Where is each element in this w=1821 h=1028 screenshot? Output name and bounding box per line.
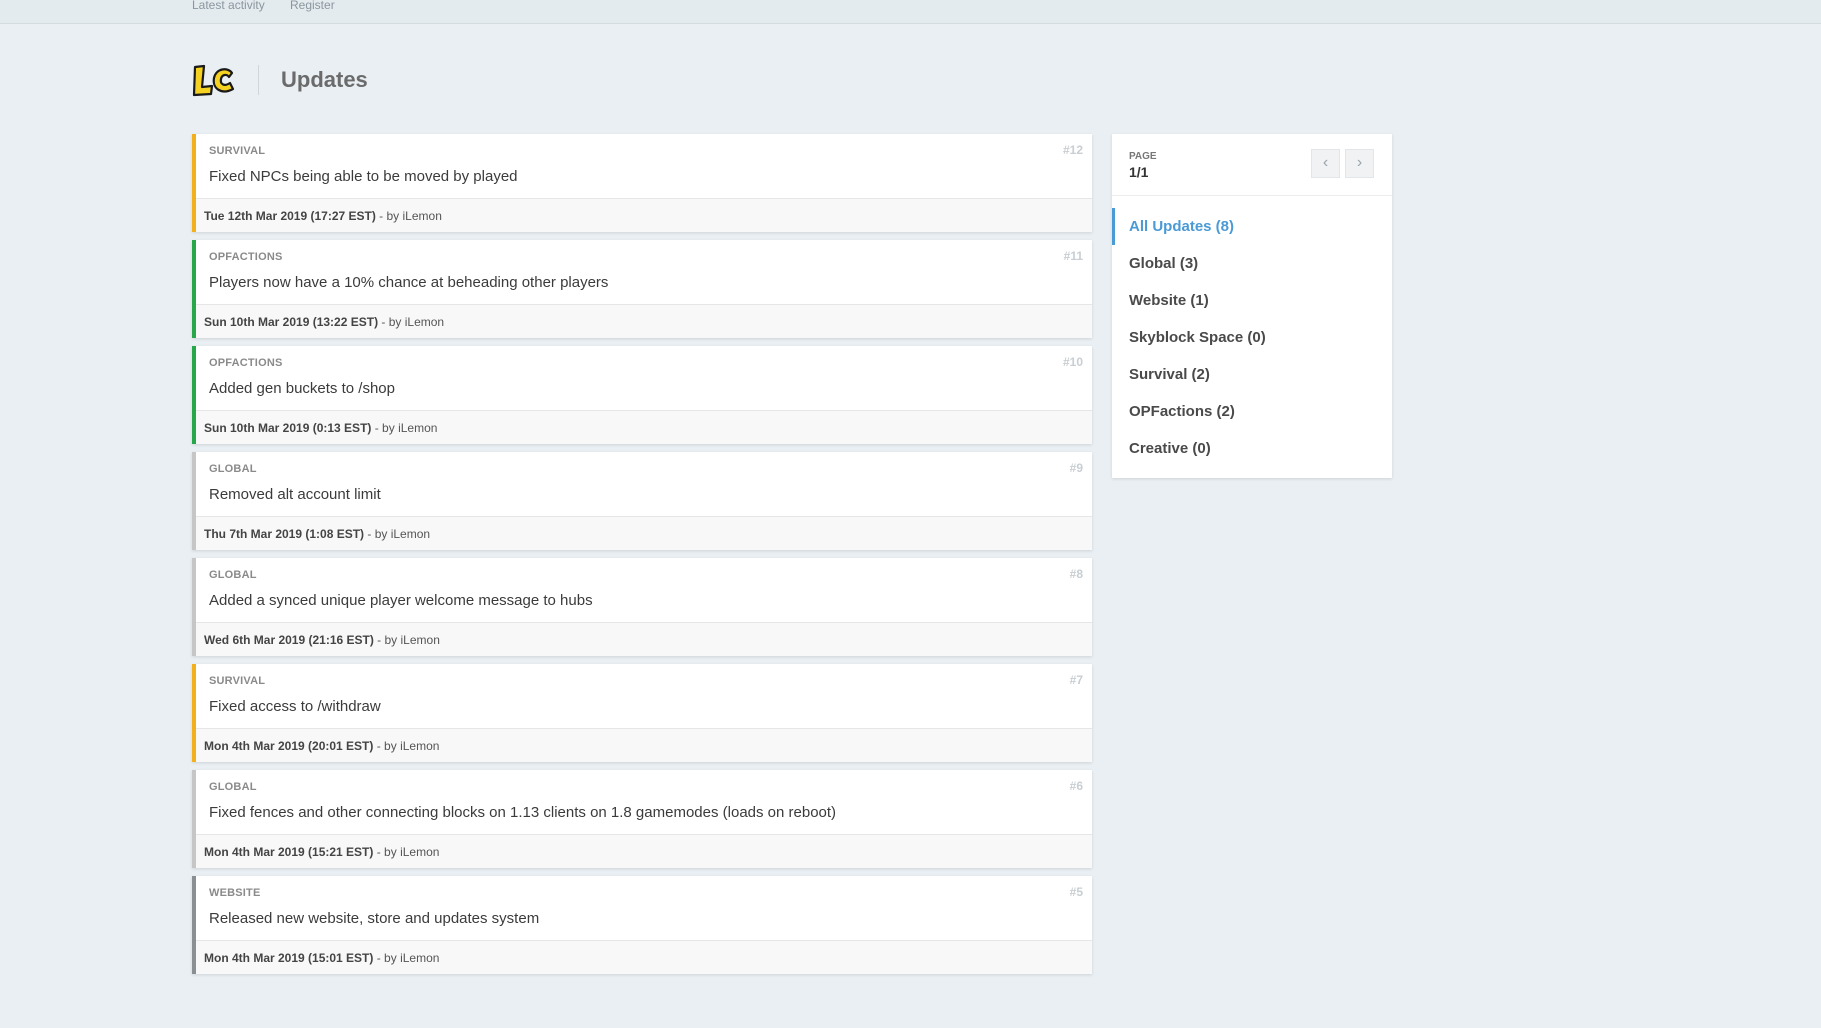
- page-value: 1/1: [1129, 164, 1149, 180]
- site-logo[interactable]: [192, 63, 236, 97]
- update-card[interactable]: SURVIVAL #7 Fixed access to /withdraw Mon 4…: [192, 664, 1092, 762]
- update-message: Removed alt account limit: [209, 486, 381, 503]
- update-message: Fixed access to /withdraw: [209, 698, 381, 715]
- update-card[interactable]: GLOBAL #9 Removed alt account limit Thu 7th…: [192, 452, 1092, 550]
- update-message: Added gen buckets to /shop: [209, 380, 395, 397]
- update-footer: Mon 4th Mar 2019 (15:21 EST) - by iLemon: [196, 834, 1092, 868]
- update-category: GLOBAL: [209, 463, 257, 475]
- update-category: OPFACTIONS: [209, 251, 283, 263]
- update-number: #11: [1063, 249, 1083, 263]
- next-page-button[interactable]: ›: [1345, 149, 1374, 178]
- update-footer: Mon 4th Mar 2019 (20:01 EST) - by iLemon: [196, 728, 1092, 762]
- update-author: - by iLemon: [373, 951, 440, 965]
- update-number: #7: [1069, 673, 1083, 687]
- chevron-left-icon: ‹: [1322, 154, 1329, 171]
- update-card[interactable]: SURVIVAL #12 Fixed NPCs being able to be m…: [192, 134, 1092, 232]
- update-number: #6: [1069, 779, 1083, 793]
- page-label: PAGE: [1129, 151, 1157, 162]
- update-number: #9: [1069, 461, 1083, 475]
- prev-page-button[interactable]: ‹: [1311, 149, 1340, 178]
- update-card[interactable]: OPFACTIONS #11 Players now have a 10% chan…: [192, 240, 1092, 338]
- updates-sidebar: PAGE 1/1 ‹ › All Updates (8) Global (3) …: [1112, 134, 1392, 478]
- update-author: - by iLemon: [364, 527, 431, 541]
- category-skyblock-space[interactable]: Skyblock Space (0): [1112, 319, 1392, 356]
- latest-activity-link[interactable]: Latest activity: [192, 0, 265, 12]
- update-number: #12: [1062, 143, 1083, 157]
- update-footer: Mon 4th Mar 2019 (15:01 EST) - by iLemon: [196, 940, 1092, 974]
- updates-list: SURVIVAL #12 Fixed NPCs being able to be m…: [192, 134, 1092, 982]
- page-header: Updates: [192, 60, 792, 100]
- update-category: SURVIVAL: [209, 675, 266, 687]
- update-author: - by iLemon: [378, 315, 445, 329]
- update-date: Tue 12th Mar 2019 (17:27 EST): [204, 209, 376, 223]
- update-card[interactable]: WEBSITE #5 Released new website, store and…: [192, 876, 1092, 974]
- lc-logo-icon: [192, 64, 235, 97]
- update-footer: Thu 7th Mar 2019 (1:08 EST) - by iLemon: [196, 516, 1092, 550]
- update-date: Sun 10th Mar 2019 (13:22 EST): [204, 315, 379, 329]
- update-card[interactable]: OPFACTIONS #10 Added gen buckets to /shop S…: [192, 346, 1092, 444]
- update-footer: Wed 6th Mar 2019 (21:16 EST) - by iLemon: [196, 622, 1092, 656]
- update-author: - by iLemon: [373, 633, 440, 647]
- update-card[interactable]: GLOBAL #8 Added a synced unique player wel…: [192, 558, 1092, 656]
- category-survival[interactable]: Survival (2): [1112, 356, 1392, 393]
- update-footer: Sun 10th Mar 2019 (13:22 EST) - by iLemo…: [196, 304, 1092, 338]
- page-title: Updates: [281, 67, 368, 92]
- update-author: - by iLemon: [373, 739, 440, 753]
- update-message: Fixed NPCs being able to be moved by pla…: [209, 168, 518, 185]
- update-number: #5: [1069, 885, 1083, 899]
- update-message: Players now have a 10% chance at beheadi…: [209, 274, 609, 291]
- update-author: - by iLemon: [371, 421, 438, 435]
- category-creative[interactable]: Creative (0): [1112, 430, 1392, 467]
- update-number: #10: [1062, 355, 1083, 369]
- category-global[interactable]: Global (3): [1112, 245, 1392, 282]
- pager: PAGE 1/1 ‹ ›: [1112, 134, 1392, 196]
- update-card[interactable]: GLOBAL #6 Fixed fences and other connectin…: [192, 770, 1092, 868]
- update-date: Mon 4th Mar 2019 (20:01 EST): [204, 739, 374, 753]
- top-nav: Latest activity Register: [0, 0, 1821, 24]
- update-date: Mon 4th Mar 2019 (15:21 EST): [204, 845, 374, 859]
- update-message: Added a synced unique player welcome mes…: [209, 592, 593, 609]
- update-category: OPFACTIONS: [209, 357, 283, 369]
- category-opfactions[interactable]: OPFactions (2): [1112, 393, 1392, 430]
- update-footer: Tue 12th Mar 2019 (17:27 EST) - by iLemo…: [196, 198, 1092, 232]
- update-category: GLOBAL: [209, 569, 257, 581]
- update-number: #8: [1069, 567, 1083, 581]
- update-date: Mon 4th Mar 2019 (15:01 EST): [204, 951, 374, 965]
- register-link[interactable]: Register: [290, 0, 335, 12]
- update-category: GLOBAL: [209, 781, 257, 793]
- update-date: Sun 10th Mar 2019 (0:13 EST): [204, 421, 372, 435]
- update-footer: Sun 10th Mar 2019 (0:13 EST) - by iLemon: [196, 410, 1092, 444]
- update-category: SURVIVAL: [209, 145, 266, 157]
- category-all-updates[interactable]: All Updates (8): [1112, 208, 1392, 245]
- update-author: - by iLemon: [373, 845, 440, 859]
- update-date: Thu 7th Mar 2019 (1:08 EST): [204, 527, 365, 541]
- update-author: - by iLemon: [375, 209, 442, 223]
- update-date: Wed 6th Mar 2019 (21:16 EST): [204, 633, 374, 647]
- update-message: Released new website, store and updates …: [209, 910, 540, 927]
- update-message: Fixed fences and other connecting blocks…: [209, 804, 837, 821]
- header-divider: [258, 65, 259, 95]
- update-category: WEBSITE: [209, 887, 261, 899]
- category-website[interactable]: Website (1): [1112, 282, 1392, 319]
- category-list: All Updates (8) Global (3) Website (1) S…: [1112, 208, 1392, 467]
- chevron-right-icon: ›: [1356, 154, 1363, 171]
